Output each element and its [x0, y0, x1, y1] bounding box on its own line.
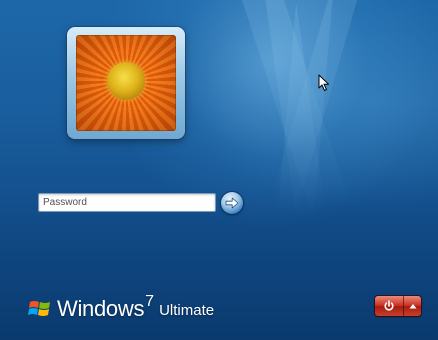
- flower-center: [107, 62, 145, 100]
- arrow-right-icon: [225, 197, 239, 209]
- windows-flag-icon: [28, 301, 50, 316]
- mouse-cursor-icon: [318, 74, 329, 91]
- product-version: 7: [145, 293, 155, 310]
- submit-button[interactable]: [221, 192, 243, 214]
- power-icon: [384, 300, 394, 311]
- user-tile[interactable]: [67, 27, 185, 139]
- shutdown-button[interactable]: [375, 296, 404, 316]
- triangle-up-icon: [409, 304, 417, 309]
- power-button-group: [375, 296, 421, 316]
- product-name: Windows: [57, 296, 145, 321]
- product-edition: Ultimate: [159, 301, 215, 319]
- windows-branding: Windows 7 Ultimate: [28, 293, 215, 324]
- password-input[interactable]: [38, 193, 216, 212]
- flower-user-picture-icon: [76, 35, 176, 131]
- shutdown-options-button[interactable]: [403, 296, 421, 316]
